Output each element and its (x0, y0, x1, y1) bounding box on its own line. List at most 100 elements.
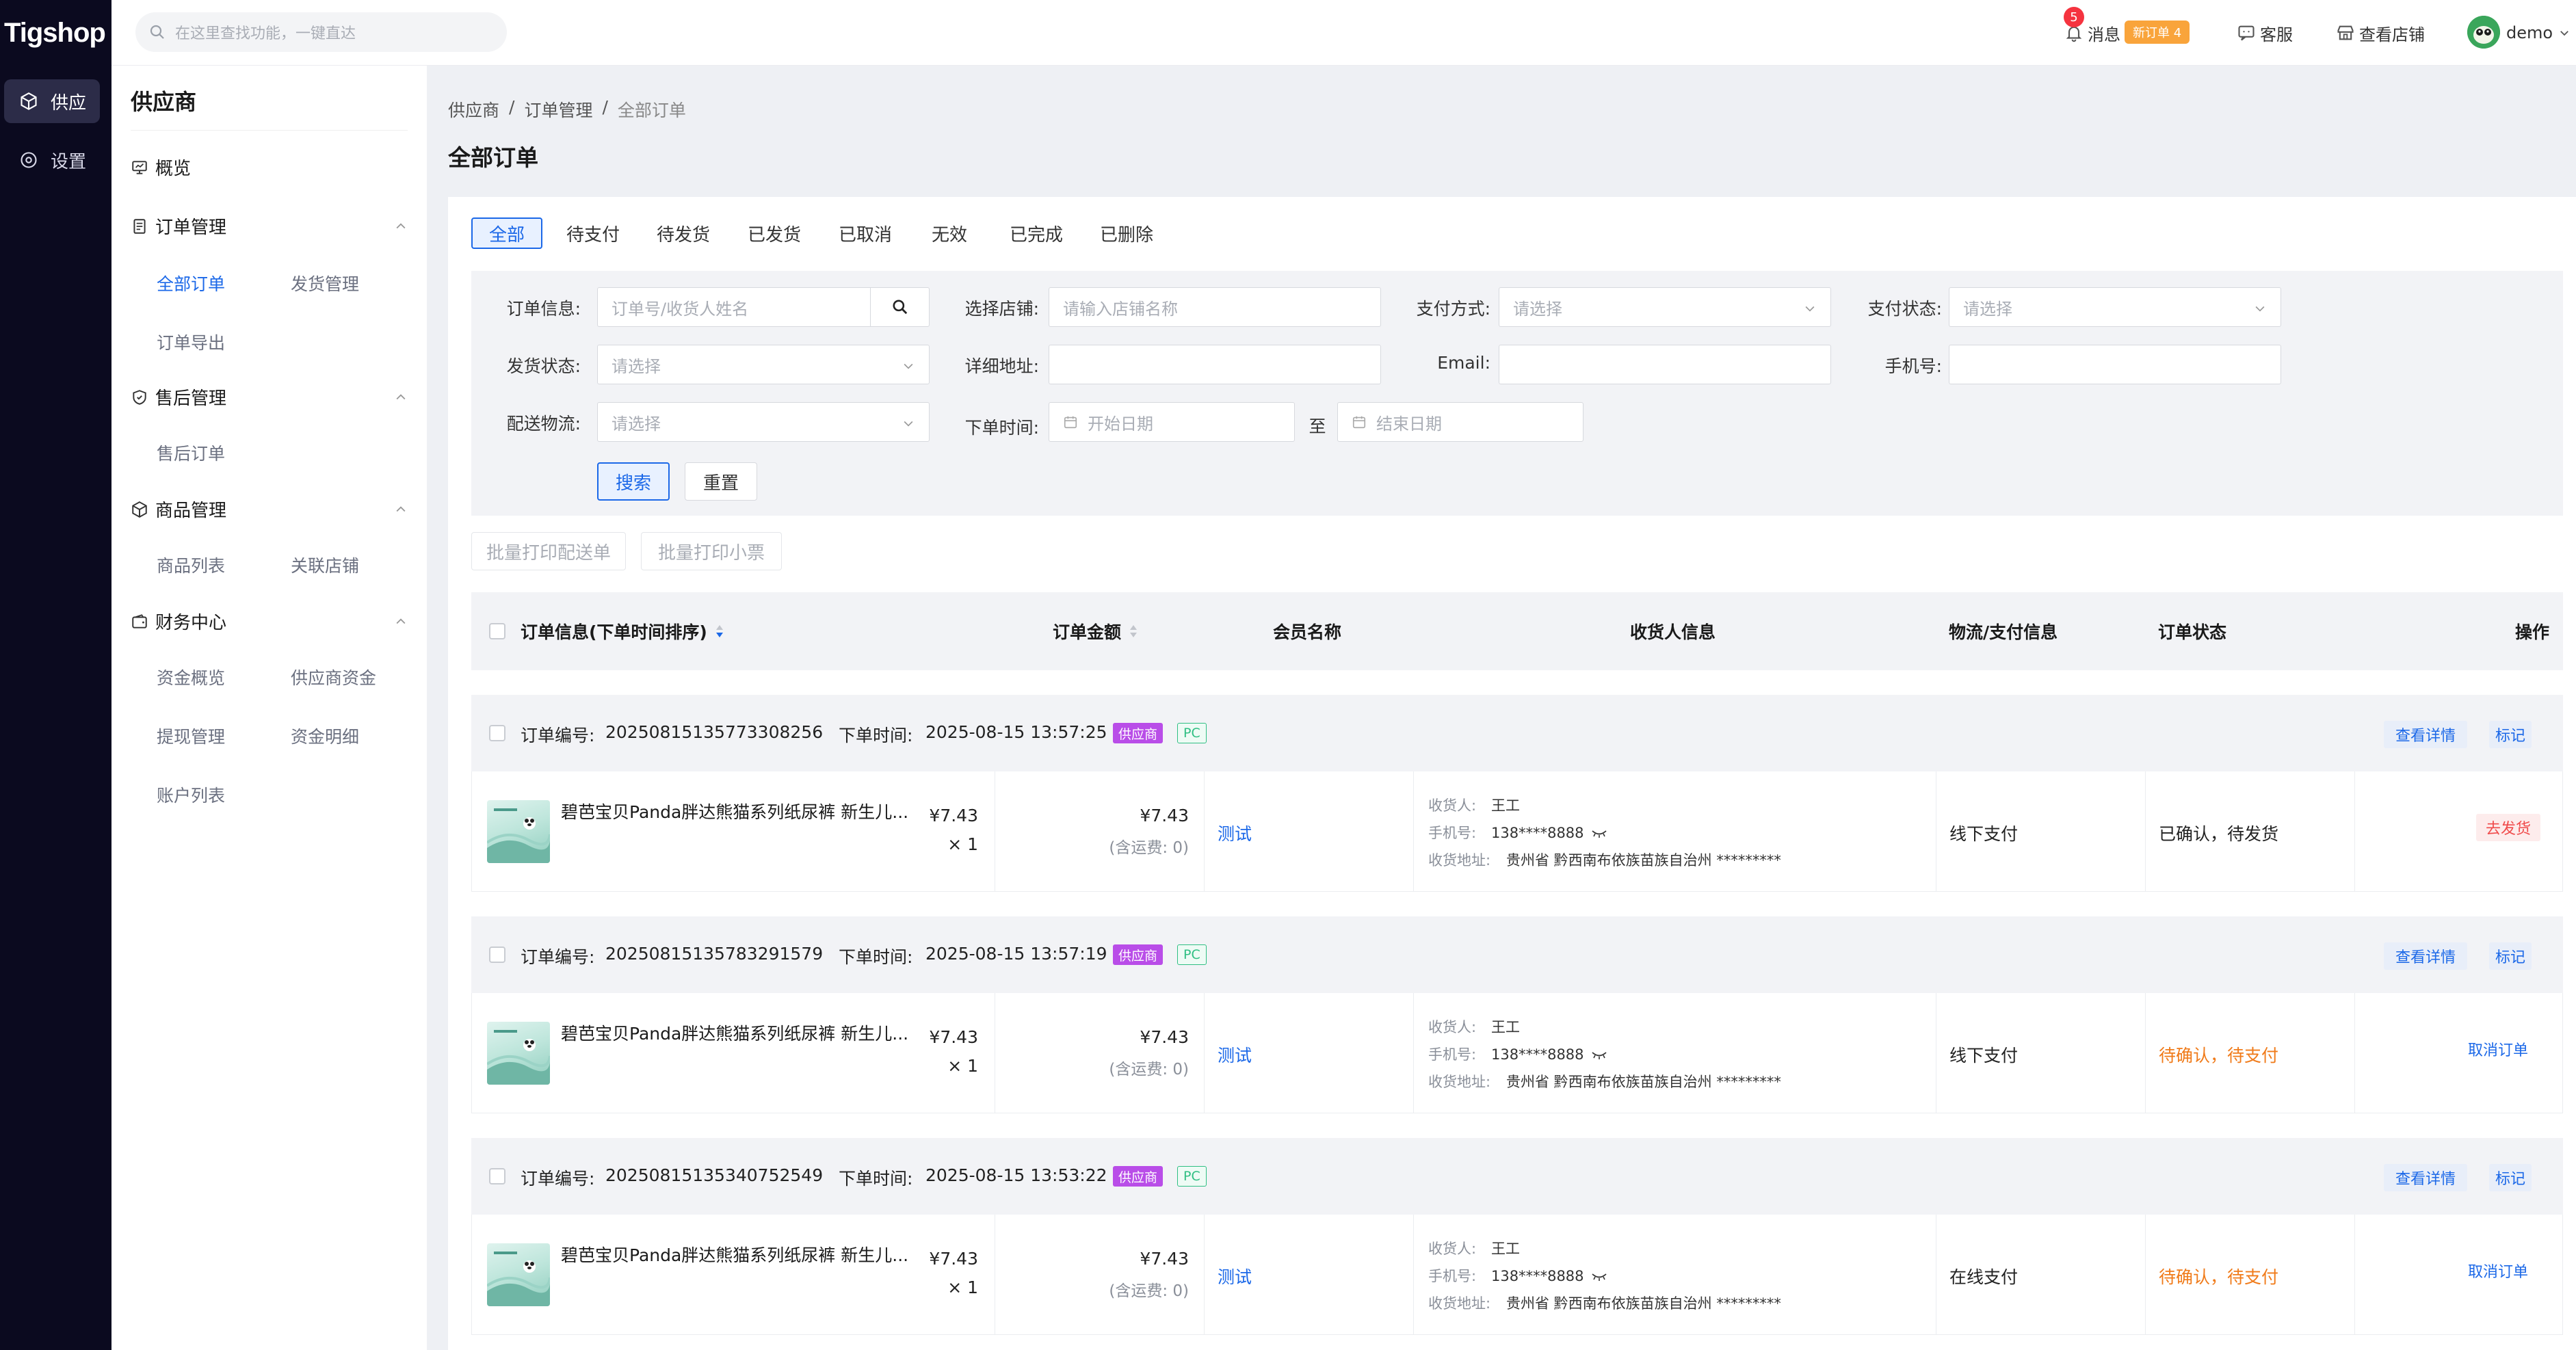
subnav-item-accounts[interactable]: 账户列表 (157, 782, 225, 807)
member-name[interactable]: 测试 (1218, 1042, 1252, 1067)
end-date-input[interactable]: 结束日期 (1337, 402, 1583, 442)
product-image[interactable] (487, 1022, 550, 1085)
subnav-group-finance[interactable]: 财务中心 (131, 609, 408, 634)
subnav-group-orders[interactable]: 订单管理 (131, 213, 408, 239)
product-name[interactable]: 碧芭宝贝Panda胖达熊猫系列纸尿裤 新生儿... (561, 1242, 917, 1267)
chevron-up-icon (394, 615, 408, 628)
user-menu[interactable]: demo (2506, 0, 2571, 66)
order-no-label: 订单编号: (521, 1169, 595, 1189)
order-checkbox[interactable] (489, 947, 505, 963)
product-image[interactable] (487, 800, 550, 863)
global-search[interactable]: 在这里查找功能，一键直达 (135, 12, 507, 52)
consignee-row: 收货人: 王工 (1428, 1238, 1520, 1258)
product-quantity: × 1 (947, 834, 978, 854)
avatar[interactable] (2467, 16, 2500, 49)
tab-pending-payment[interactable]: 待支付 (557, 217, 629, 249)
member-name[interactable]: 测试 (1218, 821, 1252, 845)
logistics-select[interactable]: 请选择 (597, 402, 930, 442)
subnav-overview[interactable]: 概览 (131, 155, 408, 180)
eye-closed-icon[interactable] (1591, 829, 1607, 838)
breadcrumb-item-current: 全部订单 (617, 101, 686, 120)
consignee-name: 王工 (1491, 1241, 1520, 1257)
mark-button[interactable]: 标记 (2489, 721, 2532, 748)
subnav-item-withdrawals[interactable]: 提现管理 (157, 724, 225, 748)
nav-settings[interactable]: 设置 (4, 138, 100, 182)
view-detail-button[interactable]: 查看详情 (2384, 721, 2467, 748)
view-detail-button[interactable]: 查看详情 (2384, 1164, 2467, 1191)
ship-status-select[interactable]: 请选择 (597, 345, 930, 384)
consignee-phone: 138****8888 (1491, 825, 1584, 841)
tab-cancelled[interactable]: 已取消 (830, 217, 901, 249)
new-order-badge[interactable]: 新订单 4 (2125, 21, 2190, 44)
divider (1204, 1215, 1205, 1335)
pay-status-placeholder: 请选择 (1963, 299, 2012, 319)
subnav-item-supplier-funds[interactable]: 供应商资金 (291, 665, 376, 689)
breadcrumb-item[interactable]: 订单管理 (524, 97, 592, 122)
supplier-tag: 供应商 (1113, 944, 1164, 965)
tab-pending-shipment[interactable]: 待发货 (648, 217, 719, 249)
messages-label: 消息 (2088, 25, 2120, 44)
supplier-tag: 供应商 (1113, 1166, 1164, 1187)
nav-supply[interactable]: 供应 (4, 79, 100, 123)
tab-invalid[interactable]: 无效 (919, 217, 980, 249)
view-store-button[interactable]: 查看店铺 (2336, 0, 2425, 66)
divider (2145, 1215, 2146, 1335)
phone-input[interactable] (1949, 345, 2281, 384)
subnav-group-products[interactable]: 商品管理 (131, 497, 408, 522)
member-name[interactable]: 测试 (1218, 1264, 1252, 1288)
order-info-input[interactable]: 订单号/收货人姓名 (597, 287, 930, 327)
product-image[interactable] (487, 1243, 550, 1306)
order-search-button[interactable] (870, 288, 929, 326)
cancel-order-button[interactable]: 取消订单 (2456, 1035, 2540, 1063)
product-name[interactable]: 碧芭宝贝Panda胖达熊猫系列纸尿裤 新生儿... (561, 799, 917, 823)
store-input[interactable]: 请输入店铺名称 (1049, 287, 1381, 327)
order-checkbox[interactable] (489, 1168, 505, 1184)
search-icon (149, 24, 166, 40)
primary-nav: 供应 设置 (0, 66, 111, 1350)
col-amount[interactable]: 订单金额 (1053, 592, 1139, 670)
cancel-order-button[interactable]: 取消订单 (2456, 1257, 2540, 1284)
divider (2354, 771, 2355, 892)
subnav-item-fund-overview[interactable]: 资金概览 (157, 665, 225, 689)
eye-closed-icon[interactable] (1591, 1050, 1607, 1060)
tab-deleted[interactable]: 已删除 (1091, 217, 1162, 249)
mark-button[interactable]: 标记 (2489, 942, 2532, 970)
subnav-item-fund-details[interactable]: 资金明细 (291, 724, 359, 748)
ship-order-button[interactable]: 去发货 (2476, 814, 2540, 841)
mark-button[interactable]: 标记 (2489, 1164, 2532, 1191)
batch-print-receipt-button[interactable]: 批量打印小票 (641, 532, 782, 570)
subnav-item-linked-stores[interactable]: 关联店铺 (291, 553, 359, 577)
subnav-item-all-orders[interactable]: 全部订单 (157, 271, 225, 295)
subnav-group-aftersale[interactable]: 售后管理 (131, 384, 408, 410)
chevron-down-icon (1803, 302, 1817, 315)
customer-service-button[interactable]: 客服 (2237, 0, 2293, 66)
subnav-item-product-list[interactable]: 商品列表 (157, 553, 225, 577)
email-input[interactable] (1499, 345, 1831, 384)
nav-supply-label: 供应 (51, 92, 87, 114)
reset-button[interactable]: 重置 (685, 462, 757, 501)
app-logo[interactable]: Tigshop (0, 0, 111, 66)
subnav-item-order-export[interactable]: 订单导出 (157, 330, 225, 354)
order-checkbox[interactable] (489, 725, 505, 741)
eye-closed-icon[interactable] (1591, 1272, 1607, 1282)
select-all-checkbox[interactable] (489, 623, 505, 639)
batch-print-delivery-button[interactable]: 批量打印配送单 (471, 532, 626, 570)
pay-status-select[interactable]: 请选择 (1949, 287, 2281, 327)
view-detail-button[interactable]: 查看详情 (2384, 942, 2467, 970)
product-name[interactable]: 碧芭宝贝Panda胖达熊猫系列纸尿裤 新生儿... (561, 1020, 917, 1045)
subnav-item-shipping[interactable]: 发货管理 (291, 271, 359, 295)
chevron-up-icon (394, 220, 408, 233)
start-date-input[interactable]: 开始日期 (1049, 402, 1295, 442)
tab-completed[interactable]: 已完成 (1001, 217, 1072, 249)
col-order-info[interactable]: 订单信息(下单时间排序) (521, 592, 725, 670)
order-time-label: 下单时间: (839, 947, 913, 967)
tab-shipped[interactable]: 已发货 (739, 217, 810, 249)
pay-method-select[interactable]: 请选择 (1499, 287, 1831, 327)
tab-all[interactable]: 全部 (471, 217, 542, 249)
breadcrumb-item[interactable]: 供应商 (448, 97, 499, 122)
order-no-label: 订单编号: (521, 726, 595, 745)
search-button[interactable]: 搜索 (597, 462, 670, 501)
consignee-phone: 138****8888 (1491, 1046, 1584, 1063)
subnav-item-aftersale-orders[interactable]: 售后订单 (157, 440, 225, 465)
address-input[interactable] (1049, 345, 1381, 384)
